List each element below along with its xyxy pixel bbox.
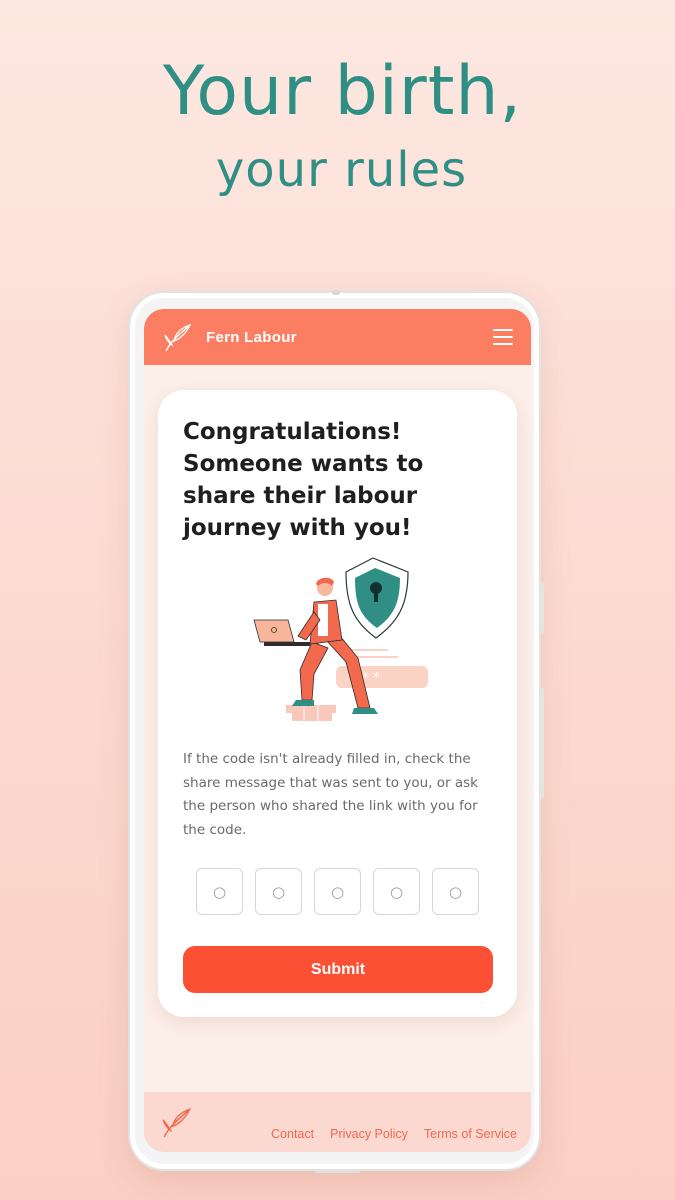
app-header: Fern Labour (144, 309, 531, 365)
code-input-2[interactable]: ○ (255, 868, 302, 915)
phone-side-button (540, 583, 544, 633)
fern-leaf-icon[interactable] (160, 1105, 194, 1139)
footer-link-privacy-policy[interactable]: Privacy Policy (330, 1127, 408, 1141)
phone-home-indicator (315, 1169, 360, 1173)
hero-heading: Your birth, your rules (0, 52, 675, 202)
footer-link-contact[interactable]: Contact (271, 1127, 314, 1141)
hero-line-2: your rules (215, 142, 468, 198)
code-input-4[interactable]: ○ (373, 868, 420, 915)
phone-side-button (540, 688, 544, 798)
share-code-card: Congratulations! Someone wants to share … (158, 390, 517, 1017)
share-code-inputs: ○ ○ ○ ○ ○ (196, 868, 479, 915)
hero-line-1: Your birth, (162, 52, 523, 131)
app-footer: Contact Privacy Policy Terms of Service (144, 1092, 531, 1152)
hamburger-menu-icon[interactable] (493, 329, 513, 345)
fern-leaf-icon[interactable] (162, 321, 194, 353)
code-input-5[interactable]: ○ (432, 868, 479, 915)
phone-notch (332, 290, 340, 295)
card-instructions: If the code isn't already filled in, che… (183, 751, 478, 838)
code-input-1[interactable]: ○ (196, 868, 243, 915)
card-title: Congratulations! Someone wants to share … (183, 419, 424, 541)
person-with-laptop-and-security-shield-illustration: * * * (253, 557, 428, 721)
footer-link-terms-of-service[interactable]: Terms of Service (424, 1127, 517, 1141)
submit-button[interactable]: Submit (183, 946, 493, 993)
code-input-3[interactable]: ○ (314, 868, 361, 915)
app-screen: Fern Labour Congratulations! Someone wan… (144, 309, 531, 1152)
phone-frame: Fern Labour Congratulations! Someone wan… (128, 290, 544, 1173)
app-brand-name[interactable]: Fern Labour (206, 329, 297, 346)
footer-links: Contact Privacy Policy Terms of Service (271, 1103, 517, 1141)
